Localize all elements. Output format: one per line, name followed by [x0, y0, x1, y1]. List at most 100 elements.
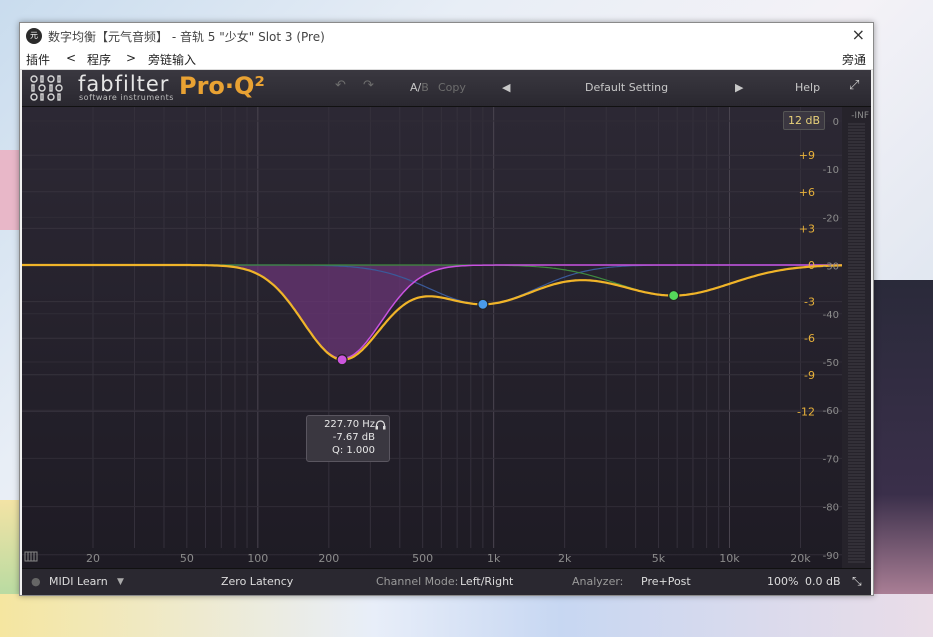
meter-segment	[848, 177, 865, 179]
fullscreen-icon[interactable]: ⤢	[849, 78, 859, 93]
ab-a-label: A/	[410, 81, 422, 94]
gain-label: -9	[804, 369, 815, 382]
app-icon: 元	[26, 28, 42, 44]
menu-plugin[interactable]: 插件	[26, 51, 50, 68]
meter-segment	[848, 441, 865, 443]
host-menu-bar: 插件 < 程序 > 旁链输入 旁通	[20, 49, 873, 70]
meter-segment	[848, 243, 865, 245]
gain-label: +9	[799, 149, 815, 162]
meter-segment	[848, 357, 865, 359]
meter-segment	[848, 249, 865, 251]
meter-segment	[848, 435, 865, 437]
meter-segment	[848, 354, 865, 356]
resize-icon[interactable]: ⤡	[852, 574, 862, 589]
meter-label: -70	[823, 454, 839, 465]
meter-segment	[848, 246, 865, 248]
meter-segment	[848, 129, 865, 131]
undo-icon[interactable]: ↶	[335, 78, 346, 93]
gain-label: +3	[799, 222, 815, 235]
freq-label: 10k	[719, 552, 740, 565]
band-1-node[interactable]	[336, 354, 348, 366]
meter-segment	[848, 477, 865, 479]
meter-segment	[848, 171, 865, 173]
band-2-node[interactable]	[477, 298, 489, 310]
menu-program[interactable]: 程序	[87, 51, 111, 68]
meter-segment	[848, 444, 865, 446]
meter-segment	[848, 447, 865, 449]
menu-next-program[interactable]: >	[126, 51, 136, 65]
meter-segment	[848, 237, 865, 239]
display-range-button[interactable]: 12 dB	[783, 111, 825, 130]
meter-segment	[848, 135, 865, 137]
menu-prev-program[interactable]: <	[66, 51, 76, 65]
menu-sidechain[interactable]: 旁链输入	[148, 51, 196, 68]
meter-segment	[848, 450, 865, 452]
meter-label: -50	[823, 358, 839, 369]
midi-indicator-icon: ●	[31, 575, 41, 588]
wallpaper-bottom	[0, 594, 933, 637]
meter-segment	[848, 321, 865, 323]
meter-segment	[848, 213, 865, 215]
output-gain[interactable]: 0.0 dB	[805, 575, 841, 588]
close-icon[interactable]: ×	[852, 25, 865, 44]
meter-segment	[848, 198, 865, 200]
meter-segment	[848, 225, 865, 227]
midi-dropdown-icon[interactable]: ▼	[117, 577, 124, 587]
meter-segment	[848, 522, 865, 524]
meter-segment	[848, 159, 865, 161]
meter-segment	[848, 147, 865, 149]
channel-mode-value[interactable]: Left/Right	[460, 575, 513, 588]
tooltip-freq: 227.70 Hz	[324, 419, 375, 430]
meter-segment	[848, 411, 865, 413]
redo-icon[interactable]: ↷	[363, 78, 374, 93]
meter-segment	[848, 459, 865, 461]
meter-segment	[848, 495, 865, 497]
meter-segment	[848, 141, 865, 143]
meter-segment	[848, 144, 865, 146]
meter-segment	[848, 390, 865, 392]
next-preset-icon[interactable]: ▶	[735, 81, 743, 94]
meter-segment	[848, 342, 865, 344]
meter-segment	[848, 306, 865, 308]
prev-preset-icon[interactable]: ◀	[502, 81, 510, 94]
gain-label: +6	[799, 186, 815, 199]
meter-segment	[848, 333, 865, 335]
meter-segment	[848, 162, 865, 164]
plugin-window: 元 数字均衡【元气音频】 - 音轨 5 "少女" Slot 3 (Pre) × …	[19, 22, 874, 596]
meter-segment	[848, 375, 865, 377]
freq-label: 50	[180, 552, 194, 565]
plugin-header: fabfilter software instruments Pro·Q² ↶ …	[22, 70, 871, 107]
help-button[interactable]: Help	[795, 81, 820, 94]
analyzer-value[interactable]: Pre+Post	[641, 575, 691, 588]
window-title: 数字均衡【元气音频】 - 音轨 5 "少女" Slot 3 (Pre)	[48, 30, 325, 44]
zoom-level[interactable]: 100%	[767, 575, 798, 588]
eq-graph[interactable]: +9 +6 +3 0 -3 -6 -9 -12 0 -10 -20 -30 -40 -50 -60 -70 -8…	[22, 107, 842, 568]
band-3-node[interactable]	[668, 289, 680, 302]
piano-icon[interactable]	[24, 551, 38, 562]
meter-segment	[848, 540, 865, 542]
freq-label: 20k	[790, 552, 811, 565]
headphones-icon[interactable]	[375, 420, 386, 430]
freq-label: 500	[412, 552, 433, 565]
meter-segment	[848, 291, 865, 293]
midi-learn-button[interactable]: MIDI Learn	[49, 575, 108, 588]
meter-segment	[848, 336, 865, 338]
menu-bypass[interactable]: 旁通	[842, 51, 866, 68]
ab-button[interactable]: A/B	[410, 81, 429, 94]
copy-button[interactable]: Copy	[438, 81, 466, 94]
status-bar: ● MIDI Learn ▼ Zero Latency Channel Mode…	[22, 568, 871, 595]
freq-label: 20	[86, 552, 100, 565]
meter-label: -60	[823, 406, 839, 417]
meter-label: -90	[823, 551, 839, 562]
meter-segment	[848, 378, 865, 380]
meter-segment	[848, 561, 865, 563]
meter-label: -30	[823, 262, 839, 273]
meter-segment	[848, 408, 865, 410]
eq-display[interactable]: +9 +6 +3 0 -3 -6 -9 -12 0 -10 -20 -30 -40 -50 -60 -70 -8…	[22, 107, 842, 568]
freq-label: 200	[318, 552, 339, 565]
meter-segment	[848, 189, 865, 191]
tooltip-q: Q: 1.000	[331, 445, 375, 456]
meter-segment	[848, 195, 865, 197]
latency-mode[interactable]: Zero Latency	[221, 575, 293, 588]
preset-name[interactable]: Default Setting	[585, 81, 668, 94]
